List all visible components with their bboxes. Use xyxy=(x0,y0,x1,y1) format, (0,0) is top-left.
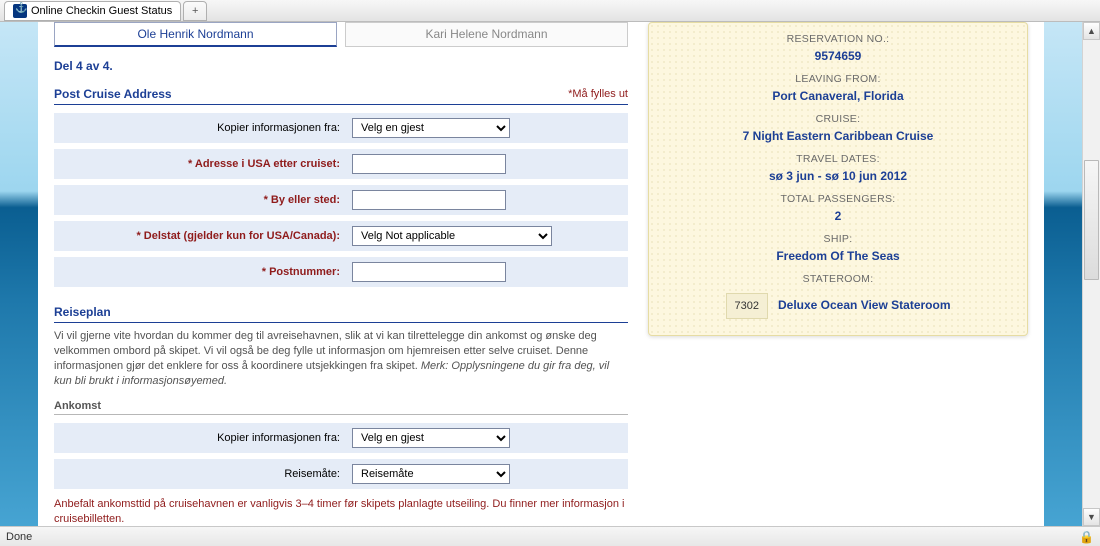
city-label: * By eller sted: xyxy=(60,194,340,206)
page-content: Ole Henrik Nordmann Kari Helene Nordmann… xyxy=(38,22,1044,526)
ankomst-mode-select[interactable]: Reisemåte xyxy=(352,464,510,484)
reiseplan-title: Reiseplan xyxy=(54,305,628,323)
cruise-value: 7 Night Eastern Caribbean Cruise xyxy=(663,129,1013,143)
state-select[interactable]: Velg Not applicable xyxy=(352,226,552,246)
scroll-up-button[interactable]: ▲ xyxy=(1083,22,1100,40)
guest-tabs: Ole Henrik Nordmann Kari Helene Nordmann xyxy=(54,22,628,47)
guest-tab-label: Ole Henrik Nordmann xyxy=(137,27,253,41)
browser-tab-active[interactable]: Online Checkin Guest Status xyxy=(4,1,181,21)
status-bar: Done 🔒 xyxy=(0,526,1100,546)
state-row: * Delstat (gjelder kun for USA/Canada): … xyxy=(54,221,628,251)
ankomst-warning: Anbefalt ankomsttid på cruisehavnen er v… xyxy=(54,497,628,526)
reservation-ticket: RESERVATION NO.: 9574659 LEAVING FROM: P… xyxy=(648,22,1028,336)
ankomst-mode-row: Reisemåte: Reisemåte xyxy=(54,459,628,489)
copy-info-select[interactable]: Velg en gjest xyxy=(352,118,510,138)
ship-label: SHIP: xyxy=(663,233,1013,245)
vertical-scrollbar[interactable]: ▲ ▼ xyxy=(1082,22,1100,526)
zip-row: * Postnummer: xyxy=(54,257,628,287)
lock-icon: 🔒 xyxy=(1079,530,1094,544)
copy-info-row: Kopier informasjonen fra: Velg en gjest xyxy=(54,113,628,143)
pax-value: 2 xyxy=(663,209,1013,223)
guest-tab-active[interactable]: Ole Henrik Nordmann xyxy=(54,22,337,47)
dates-label: TRAVEL DATES: xyxy=(663,153,1013,165)
zip-input[interactable] xyxy=(352,262,506,282)
status-text: Done xyxy=(6,531,32,543)
post-cruise-title: Post Cruise Address xyxy=(54,87,172,101)
ankomst-copy-select[interactable]: Velg en gjest xyxy=(352,428,510,448)
scroll-track[interactable] xyxy=(1083,40,1100,508)
zip-label: * Postnummer: xyxy=(60,266,340,278)
post-cruise-header: Post Cruise Address *Må fylles ut xyxy=(54,87,628,105)
pax-label: TOTAL PASSENGERS: xyxy=(663,193,1013,205)
ankomst-copy-row: Kopier informasjonen fra: Velg en gjest xyxy=(54,423,628,453)
address-label: * Adresse i USA etter cruiset: xyxy=(60,158,340,170)
viewport: Ole Henrik Nordmann Kari Helene Nordmann… xyxy=(0,22,1100,526)
ankomst-mode-label: Reisemåte: xyxy=(60,468,340,480)
city-row: * By eller sted: xyxy=(54,185,628,215)
part-progress-label: Del 4 av 4. xyxy=(54,59,628,73)
res-no-value: 9574659 xyxy=(663,49,1013,63)
city-input[interactable] xyxy=(352,190,506,210)
main-column: Ole Henrik Nordmann Kari Helene Nordmann… xyxy=(54,22,628,526)
ankomst-title: Ankomst xyxy=(54,398,628,415)
address-row: * Adresse i USA etter cruiset: xyxy=(54,149,628,179)
site-favicon-icon xyxy=(13,4,27,18)
required-note: *Må fylles ut xyxy=(568,88,628,100)
leaving-label: LEAVING FROM: xyxy=(663,73,1013,85)
stateroom-desc: Deluxe Ocean View Stateroom xyxy=(778,298,951,314)
dates-value: sø 3 jun - sø 10 jun 2012 xyxy=(663,169,1013,183)
new-tab-button[interactable]: + xyxy=(183,1,207,21)
plus-icon: + xyxy=(192,5,198,17)
ship-value: Freedom Of The Seas xyxy=(663,249,1013,263)
stateroom-label: STATEROOM: xyxy=(663,273,1013,285)
copy-info-label: Kopier informasjonen fra: xyxy=(60,122,340,134)
state-label: * Delstat (gjelder kun for USA/Canada): xyxy=(60,230,340,242)
scroll-down-button[interactable]: ▼ xyxy=(1083,508,1100,526)
browser-tab-bar: Online Checkin Guest Status + xyxy=(0,0,1100,22)
res-no-label: RESERVATION NO.: xyxy=(663,33,1013,45)
side-column: RESERVATION NO.: 9574659 LEAVING FROM: P… xyxy=(648,22,1028,526)
leaving-value: Port Canaveral, Florida xyxy=(663,89,1013,103)
reiseplan-body: Vi vil gjerne vite hvordan du kommer deg… xyxy=(54,329,628,388)
tab-title: Online Checkin Guest Status xyxy=(31,5,172,17)
address-input[interactable] xyxy=(352,154,506,174)
cruise-label: CRUISE: xyxy=(663,113,1013,125)
page-scroll-area: Ole Henrik Nordmann Kari Helene Nordmann… xyxy=(0,22,1082,526)
guest-tab-label: Kari Helene Nordmann xyxy=(425,27,547,41)
guest-tab-inactive[interactable]: Kari Helene Nordmann xyxy=(345,22,628,47)
scroll-thumb[interactable] xyxy=(1084,160,1099,280)
stateroom-row: 7302 Deluxe Ocean View Stateroom xyxy=(663,293,1013,319)
stateroom-number: 7302 xyxy=(726,293,768,319)
ankomst-copy-label: Kopier informasjonen fra: xyxy=(60,432,340,444)
